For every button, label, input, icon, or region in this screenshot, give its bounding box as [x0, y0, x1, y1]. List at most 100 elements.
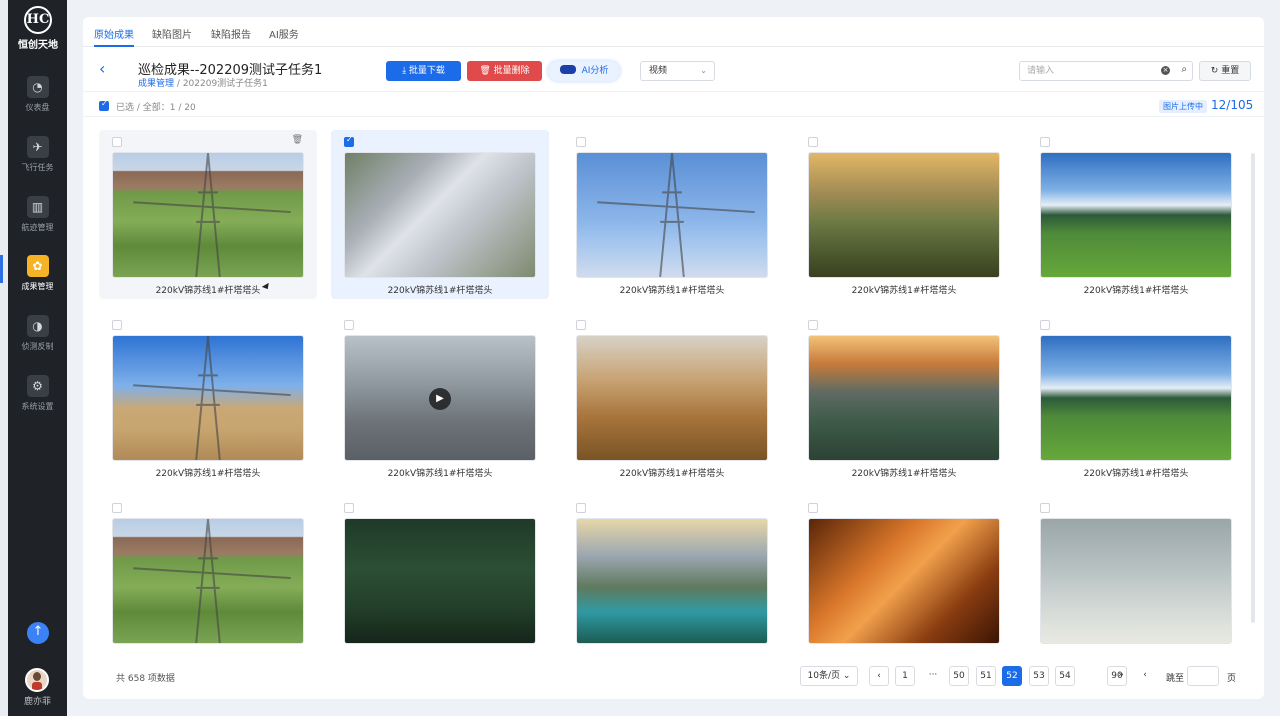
batch-download-button[interactable]: ⤓ 批量下载 — [386, 61, 461, 81]
media-caption: 220kV锦苏线1#杆塔塔头 — [1083, 286, 1189, 296]
media-thumbnail[interactable] — [1040, 152, 1232, 278]
trash-icon[interactable]: 🗑 — [292, 135, 303, 145]
sidebar-item-1[interactable]: ✈ 飞行任务 — [8, 136, 67, 186]
sidebar-item-0[interactable]: ◔ 仪表盘 — [8, 76, 67, 126]
media-card[interactable]: 220kV锦苏线1#杆塔塔头 — [99, 313, 317, 482]
page-button[interactable]: 52 — [1002, 666, 1022, 686]
tab-bar: 原始成果 缺陷图片 缺陷报告 AI服务 — [83, 17, 1264, 47]
logo-mark: HC — [24, 6, 52, 34]
chevron-down-icon: ⌄ — [700, 66, 707, 75]
clear-icon[interactable]: × — [1161, 66, 1170, 75]
scrollbar[interactable] — [1251, 153, 1255, 623]
media-card[interactable] — [563, 496, 781, 665]
media-thumbnail[interactable] — [808, 518, 1000, 644]
media-thumbnail[interactable] — [1040, 335, 1232, 461]
page-size-select[interactable]: 10条/页 ⌄ — [800, 666, 858, 686]
sidebar-item-2[interactable]: ▥ 航迹管理 — [8, 196, 67, 246]
ai-analysis-button[interactable]: AI分析 — [548, 61, 620, 81]
jump-page-input[interactable] — [1187, 666, 1219, 686]
avatar[interactable] — [25, 668, 49, 692]
card-checkbox[interactable] — [576, 503, 586, 513]
page-button[interactable]: 54 — [1055, 666, 1075, 686]
breadcrumb-separator: / — [176, 79, 180, 89]
page-button[interactable]: 50 — [949, 666, 969, 686]
media-card[interactable]: ▶ 220kV锦苏线1#杆塔塔头 — [331, 313, 549, 482]
page-button[interactable]: 1 — [895, 666, 915, 686]
card-checkbox[interactable] — [112, 137, 122, 147]
page-button[interactable]: 51 — [976, 666, 996, 686]
media-thumbnail[interactable]: ▶ — [344, 335, 536, 461]
media-card[interactable] — [99, 496, 317, 665]
page-ellipsis[interactable]: ··· — [923, 666, 943, 686]
search-input[interactable] — [1027, 62, 1157, 80]
breadcrumb-link[interactable]: 成果管理 — [138, 79, 174, 89]
card-checkbox[interactable] — [576, 137, 586, 147]
media-caption: 220kV锦苏线1#杆塔塔头 — [619, 286, 725, 296]
page-button[interactable]: 53 — [1029, 666, 1049, 686]
media-card[interactable] — [1027, 496, 1245, 665]
card-checkbox[interactable] — [344, 503, 354, 513]
card-checkbox[interactable] — [1040, 320, 1050, 330]
media-thumbnail[interactable] — [344, 518, 536, 644]
sidebar-item-5[interactable]: ⚙ 系统设置 — [8, 375, 67, 425]
card-checkbox[interactable] — [112, 503, 122, 513]
search-icon[interactable]: ⌕ — [1181, 64, 1187, 75]
page-size-value: 10条/页 — [807, 671, 841, 681]
batch-delete-label: 批量删除 — [493, 66, 530, 76]
media-thumbnail[interactable] — [112, 335, 304, 461]
media-card[interactable]: 220kV锦苏线1#杆塔塔头 — [795, 130, 1013, 299]
plane-icon: ✈ — [26, 136, 49, 158]
batch-delete-button[interactable]: 🗑 批量删除 — [467, 61, 542, 81]
media-thumbnail[interactable] — [808, 152, 1000, 278]
total-count: 共 658 项数据 — [116, 674, 175, 684]
card-checkbox[interactable] — [576, 320, 586, 330]
media-thumbnail[interactable] — [112, 518, 304, 644]
media-card[interactable]: 220kV锦苏线1#杆塔塔头 — [1027, 130, 1245, 299]
media-type-value: 视频 — [649, 66, 668, 76]
tab-raw-results[interactable]: 原始成果 — [94, 26, 134, 47]
tower-silhouette — [597, 153, 755, 277]
sidebar-item-4[interactable]: ◑ 侦测反制 — [8, 315, 67, 365]
media-type-select[interactable]: 视频 ⌄ — [640, 61, 715, 81]
breadcrumb-current: 202209测试子任务1 — [182, 79, 268, 89]
media-thumbnail[interactable] — [576, 518, 768, 644]
media-card[interactable]: 220kV锦苏线1#杆塔塔头 — [1027, 313, 1245, 482]
reset-button[interactable]: ↻ 重置 — [1199, 61, 1251, 81]
tab-defect-images[interactable]: 缺陷图片 — [152, 26, 192, 41]
media-thumbnail[interactable] — [1040, 518, 1232, 644]
card-checkbox[interactable] — [1040, 503, 1050, 513]
card-checkbox[interactable] — [808, 137, 818, 147]
next-pages-button[interactable]: » — [1111, 666, 1131, 686]
media-caption: 220kV锦苏线1#杆塔塔头 — [1083, 469, 1189, 479]
media-card[interactable]: 220kV锦苏线1#杆塔塔头 — [563, 130, 781, 299]
media-card[interactable] — [331, 496, 549, 665]
card-checkbox[interactable] — [808, 503, 818, 513]
select-all-checkbox[interactable] — [99, 99, 109, 111]
tab-ai-service[interactable]: AI服务 — [269, 26, 299, 41]
media-thumbnail[interactable] — [808, 335, 1000, 461]
card-checkbox[interactable] — [112, 320, 122, 330]
back-arrow-icon[interactable]: ‹ — [99, 61, 113, 78]
sidebar-item-3[interactable]: ✿ 成果管理 — [0, 255, 67, 305]
results-icon: ✿ — [26, 255, 49, 277]
media-card[interactable]: 220kV锦苏线1#杆塔塔头 — [795, 313, 1013, 482]
next-page-button[interactable]: ‹ — [1135, 666, 1155, 686]
play-icon[interactable]: ▶ — [429, 388, 451, 410]
prev-page-button[interactable]: ‹ — [869, 666, 889, 686]
media-thumbnail[interactable] — [112, 152, 304, 278]
media-card[interactable]: 220kV锦苏线1#杆塔塔头 — [331, 130, 549, 299]
card-checkbox[interactable] — [808, 320, 818, 330]
media-card[interactable]: 🗑 220kV锦苏线1#杆塔塔头 — [99, 130, 317, 299]
media-thumbnail[interactable] — [576, 335, 768, 461]
gear-icon: ⚙ — [26, 375, 49, 397]
card-checkbox[interactable] — [344, 135, 354, 147]
cloud-upload-icon[interactable]: ↑ — [27, 622, 49, 644]
media-card[interactable] — [795, 496, 1013, 665]
media-card[interactable]: 220kV锦苏线1#杆塔塔头 — [563, 313, 781, 482]
card-checkbox[interactable] — [1040, 137, 1050, 147]
media-thumbnail[interactable] — [576, 152, 768, 278]
card-checkbox[interactable] — [344, 320, 354, 330]
tab-defect-report[interactable]: 缺陷报告 — [211, 26, 251, 41]
sidebar-item-label: 系统设置 — [21, 402, 54, 411]
media-thumbnail[interactable] — [344, 152, 536, 278]
